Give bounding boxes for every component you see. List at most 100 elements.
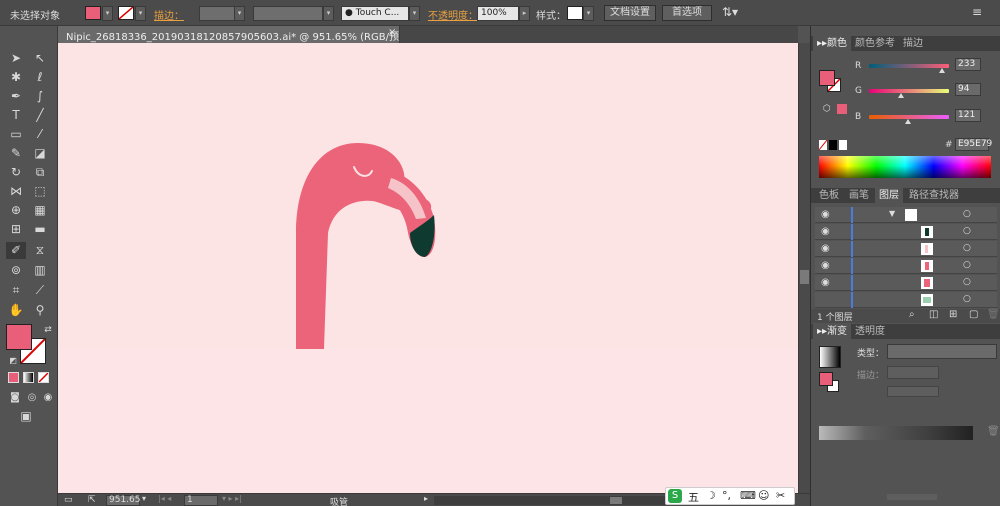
layer-row[interactable]: ◉ ○: [815, 224, 997, 240]
layer-row[interactable]: ○: [815, 292, 997, 308]
type-tool-icon[interactable]: T: [6, 107, 26, 124]
gradient-fill-front[interactable]: [819, 372, 833, 386]
expand-triangle-icon[interactable]: ▼: [889, 209, 895, 218]
target-circle-icon[interactable]: ○: [963, 260, 971, 270]
tab-color[interactable]: ▸▸颜色: [813, 36, 852, 51]
tab-layers[interactable]: 图层: [875, 188, 903, 203]
brush-dropdown-arrow[interactable]: ▾: [409, 6, 420, 21]
visibility-eye-icon[interactable]: ◉: [821, 226, 830, 237]
eraser-tool-icon[interactable]: ◪: [30, 145, 50, 162]
stroke-weight-input[interactable]: [199, 6, 235, 21]
default-colors-icon[interactable]: ◩: [3, 352, 23, 369]
layer-row[interactable]: ◉ ○: [815, 241, 997, 257]
zoom-tool-icon[interactable]: ⚲: [30, 302, 50, 319]
layer-row[interactable]: ◉ ○: [815, 258, 997, 274]
tab-swatches[interactable]: 色板: [815, 188, 843, 203]
rectangle-tool-icon[interactable]: ▭: [6, 126, 26, 143]
layer-row[interactable]: ◉ ○: [815, 275, 997, 291]
scale-tool-icon[interactable]: ⧉: [30, 164, 50, 181]
panel-menu-icon[interactable]: ≡: [972, 5, 982, 19]
tab-transparency[interactable]: 透明度: [851, 324, 889, 339]
panel-fill-front[interactable]: [819, 70, 835, 86]
new-layer-icon[interactable]: ▢: [969, 309, 978, 320]
clipping-mask-icon[interactable]: ◫: [929, 309, 938, 320]
visibility-eye-icon[interactable]: ◉: [821, 243, 830, 254]
layer-row[interactable]: ◉ ▼ ○: [815, 207, 997, 223]
g-slider[interactable]: [869, 89, 949, 93]
stroke-weight-label[interactable]: 描边：: [154, 7, 184, 22]
r-slider-knob[interactable]: [939, 68, 945, 73]
document-setup-button[interactable]: 文档设置: [604, 5, 656, 21]
slice-tool-icon[interactable]: ⟋: [30, 282, 50, 299]
document-tab[interactable]: Nipic_26818336_20190318120857905603.ai* …: [58, 26, 413, 43]
hand-tool-icon[interactable]: ✋: [6, 302, 26, 319]
opacity-dropdown-arrow[interactable]: ▸: [519, 6, 530, 21]
hex-value-input[interactable]: E95E79: [955, 138, 992, 151]
keyboard-icon[interactable]: ⌨: [740, 489, 756, 502]
gradient-tool-icon[interactable]: ▬: [30, 221, 50, 238]
gradient-slider[interactable]: [819, 426, 973, 440]
tab-brushes[interactable]: 画笔: [845, 188, 873, 203]
target-circle-icon[interactable]: ○: [963, 226, 971, 236]
visibility-eye-icon[interactable]: ◉: [821, 209, 830, 220]
none-color-chip[interactable]: [819, 140, 827, 150]
eyedropper-tool-icon[interactable]: ✐: [6, 242, 26, 259]
target-circle-icon[interactable]: ○: [963, 277, 971, 287]
swap-fill-stroke-icon[interactable]: ⇄: [38, 322, 58, 339]
screen-mode-icon[interactable]: ▣: [16, 408, 36, 425]
stroke-dropdown-arrow[interactable]: ▾: [135, 6, 146, 21]
gradient-angle-input[interactable]: [887, 386, 939, 397]
status-menu-icon[interactable]: ▸: [424, 494, 428, 503]
sogou-logo-icon[interactable]: S: [668, 489, 682, 503]
stroke-weight-dropdown-arrow[interactable]: ▾: [234, 6, 245, 21]
target-circle-icon[interactable]: ○: [963, 294, 971, 304]
style-dropdown-arrow[interactable]: ▾: [583, 6, 594, 21]
perspective-grid-tool-icon[interactable]: ▦: [30, 202, 50, 219]
visibility-eye-icon[interactable]: ◉: [821, 260, 830, 271]
black-color-chip[interactable]: [829, 140, 837, 150]
paintbrush-tool-icon[interactable]: ⁄: [30, 126, 50, 143]
locate-object-icon[interactable]: ⌕: [909, 309, 915, 320]
artboard-tool-icon[interactable]: ⌗: [6, 282, 26, 299]
gradient-location-input[interactable]: [887, 494, 937, 500]
shape-builder-tool-icon[interactable]: ⊕: [6, 202, 26, 219]
column-graph-tool-icon[interactable]: ▥: [30, 262, 50, 279]
mesh-tool-icon[interactable]: ⊞: [6, 221, 26, 238]
delete-layer-icon[interactable]: 🗑: [987, 309, 1000, 320]
first-artboard-icon[interactable]: |◂ ◂: [158, 494, 171, 503]
color-mode-icon[interactable]: [8, 372, 19, 383]
tab-color-guide[interactable]: 颜色参考: [851, 36, 899, 51]
direct-selection-tool-icon[interactable]: ↖: [30, 50, 50, 67]
brush-definition[interactable]: ● Touch C...: [341, 6, 409, 21]
r-value-input[interactable]: 233: [955, 58, 981, 71]
user-icon[interactable]: ☺: [758, 489, 769, 502]
moon-icon[interactable]: ☽: [706, 489, 716, 502]
arrange-icon[interactable]: ⇅▾: [722, 5, 738, 19]
next-artboard-icon[interactable]: ▾ ▸ ▸|: [222, 494, 242, 503]
r-slider[interactable]: [869, 64, 949, 68]
magic-wand-tool-icon[interactable]: ✱: [6, 69, 26, 86]
draw-inside-icon[interactable]: ◉: [38, 389, 58, 406]
b-slider-knob[interactable]: [905, 119, 911, 124]
tab-stroke[interactable]: 描边: [899, 36, 927, 51]
tab-pathfinder[interactable]: 路径查找器: [905, 188, 963, 203]
delete-stop-icon[interactable]: 🗑: [987, 426, 1000, 437]
tab-gradient[interactable]: ▸▸渐变: [813, 324, 852, 339]
variable-width-profile[interactable]: [253, 6, 323, 21]
gradient-type-select[interactable]: [887, 344, 997, 359]
none-mode-icon[interactable]: [38, 372, 49, 383]
close-tab-icon[interactable]: ×: [388, 27, 396, 38]
pencil-tool-icon[interactable]: ✎: [6, 145, 26, 162]
blend-tool-icon[interactable]: ⧖: [30, 242, 50, 259]
visibility-eye-icon[interactable]: ◉: [821, 277, 830, 288]
export-icon[interactable]: ⇱: [88, 495, 96, 505]
target-circle-icon[interactable]: ○: [963, 243, 971, 253]
tools-icon[interactable]: ✂: [776, 489, 785, 502]
opacity-input[interactable]: 100%: [477, 6, 519, 21]
lasso-tool-icon[interactable]: ℓ: [30, 69, 50, 86]
gradient-mode-icon[interactable]: [23, 372, 34, 383]
selection-tool-icon[interactable]: ➤: [6, 50, 26, 67]
new-sublayer-icon[interactable]: ⊞: [949, 309, 957, 320]
preferences-button[interactable]: 首选项: [662, 5, 712, 21]
gamut-color-chip[interactable]: [837, 104, 847, 114]
